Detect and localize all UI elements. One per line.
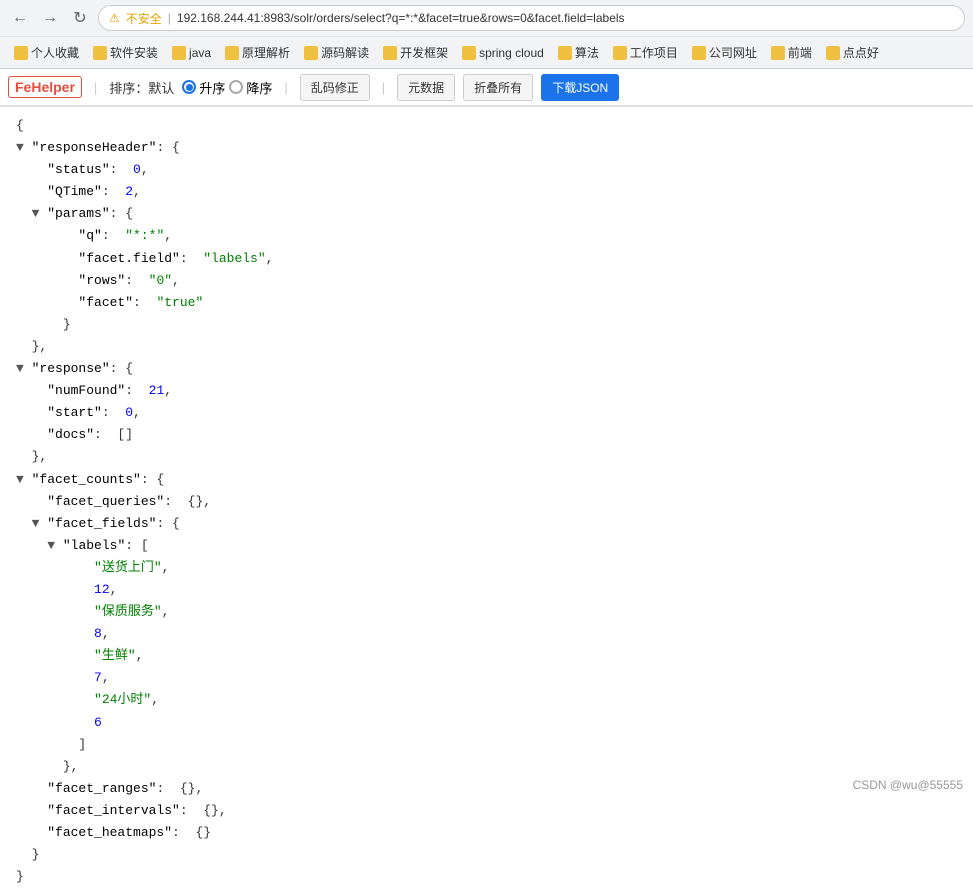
bookmark-label: 工作项目 xyxy=(630,44,678,61)
folder-icon xyxy=(225,46,239,60)
bookmark-label: 算法 xyxy=(575,44,599,61)
bookmark-label: 开发框架 xyxy=(400,44,448,61)
bookmark-item[interactable]: 前端 xyxy=(765,41,818,64)
folder-icon xyxy=(771,46,785,60)
bookmark-label: 公司网址 xyxy=(709,44,757,61)
bookmark-label: 原理解析 xyxy=(242,44,290,61)
toolbar-divider: | xyxy=(94,80,97,95)
fehelper-toolbar: FeHelper | 排序：默认 升序 降序 | 乱码修正 | 元数据 折叠所有… xyxy=(0,69,973,107)
nav-bar: ← → ↻ ⚠ 不安全 | 192.168.244.41:8983/solr/o… xyxy=(0,0,973,36)
bookmark-item[interactable]: 算法 xyxy=(552,41,605,64)
bookmark-item[interactable]: 公司网址 xyxy=(686,41,763,64)
toolbar-divider3: | xyxy=(382,80,385,95)
toggle-response[interactable]: ▼ xyxy=(16,361,24,376)
toggle-labels[interactable]: ▼ xyxy=(47,538,55,553)
desc-radio-circle xyxy=(229,80,243,94)
bookmark-label: spring cloud xyxy=(479,46,544,60)
bookmark-item[interactable]: 点点好 xyxy=(820,41,885,64)
folder-icon xyxy=(383,46,397,60)
bookmark-item[interactable]: spring cloud xyxy=(456,43,550,63)
toolbar-divider2: | xyxy=(284,80,287,95)
folder-icon xyxy=(558,46,572,60)
refresh-button[interactable]: ↻ xyxy=(68,6,92,30)
folder-icon xyxy=(93,46,107,60)
bookmark-item[interactable]: 工作项目 xyxy=(607,41,684,64)
asc-label: 升序 xyxy=(199,78,225,97)
security-label: 不安全 xyxy=(126,10,162,27)
security-icon: ⚠ xyxy=(109,11,120,25)
folder-icon xyxy=(172,46,186,60)
json-content: { ▼ "responseHeader": { "status": 0, "QT… xyxy=(0,107,973,896)
bookmark-label: 点点好 xyxy=(843,44,879,61)
folder-icon xyxy=(692,46,706,60)
watermark: CSDN @wu@55555 xyxy=(853,778,963,792)
meta-button[interactable]: 元数据 xyxy=(397,74,455,101)
toggle-facet-fields[interactable]: ▼ xyxy=(32,516,40,531)
bookmarks-bar: 个人收藏 软件安装 java 原理解析 源码解读 开发框架 spring clo… xyxy=(0,36,973,68)
fehelper-logo: FeHelper xyxy=(8,76,82,98)
bookmark-label: java xyxy=(189,46,211,60)
download-button[interactable]: 下载JSON xyxy=(541,74,619,101)
toggle-facet-counts[interactable]: ▼ xyxy=(16,472,24,487)
sort-desc-option[interactable]: 降序 xyxy=(229,78,272,97)
back-button[interactable]: ← xyxy=(8,6,32,30)
bookmark-item[interactable]: 软件安装 xyxy=(87,41,164,64)
folder-icon xyxy=(613,46,627,60)
bookmark-item[interactable]: 开发框架 xyxy=(377,41,454,64)
bookmark-label: 源码解读 xyxy=(321,44,369,61)
toggle-responseHeader[interactable]: ▼ xyxy=(16,140,24,155)
json-pre: { ▼ "responseHeader": { "status": 0, "QT… xyxy=(16,115,957,888)
bookmark-item[interactable]: 个人收藏 xyxy=(8,41,85,64)
folder-icon xyxy=(304,46,318,60)
address-text: 192.168.244.41:8983/solr/orders/select?q… xyxy=(177,11,625,25)
bookmark-item[interactable]: 源码解读 xyxy=(298,41,375,64)
desc-label: 降序 xyxy=(246,78,272,97)
sort-asc-option[interactable]: 升序 xyxy=(182,78,225,97)
forward-button[interactable]: → xyxy=(38,6,62,30)
bookmark-label: 前端 xyxy=(788,44,812,61)
toggle-params[interactable]: ▼ xyxy=(32,206,40,221)
bookmark-item[interactable]: java xyxy=(166,43,217,63)
address-bar[interactable]: ⚠ 不安全 | 192.168.244.41:8983/solr/orders/… xyxy=(98,5,965,31)
collapse-button[interactable]: 折叠所有 xyxy=(463,74,533,101)
asc-radio-circle xyxy=(182,80,196,94)
sort-radio-group: 升序 降序 xyxy=(182,78,272,97)
bookmark-label: 软件安装 xyxy=(110,44,158,61)
sort-label: 排序：默认 xyxy=(109,78,174,97)
star-icon xyxy=(14,46,28,60)
bookmark-item[interactable]: 原理解析 xyxy=(219,41,296,64)
folder-icon xyxy=(826,46,840,60)
bookmark-label: 个人收藏 xyxy=(31,44,79,61)
encode-button[interactable]: 乱码修正 xyxy=(300,74,370,101)
folder-icon xyxy=(462,46,476,60)
